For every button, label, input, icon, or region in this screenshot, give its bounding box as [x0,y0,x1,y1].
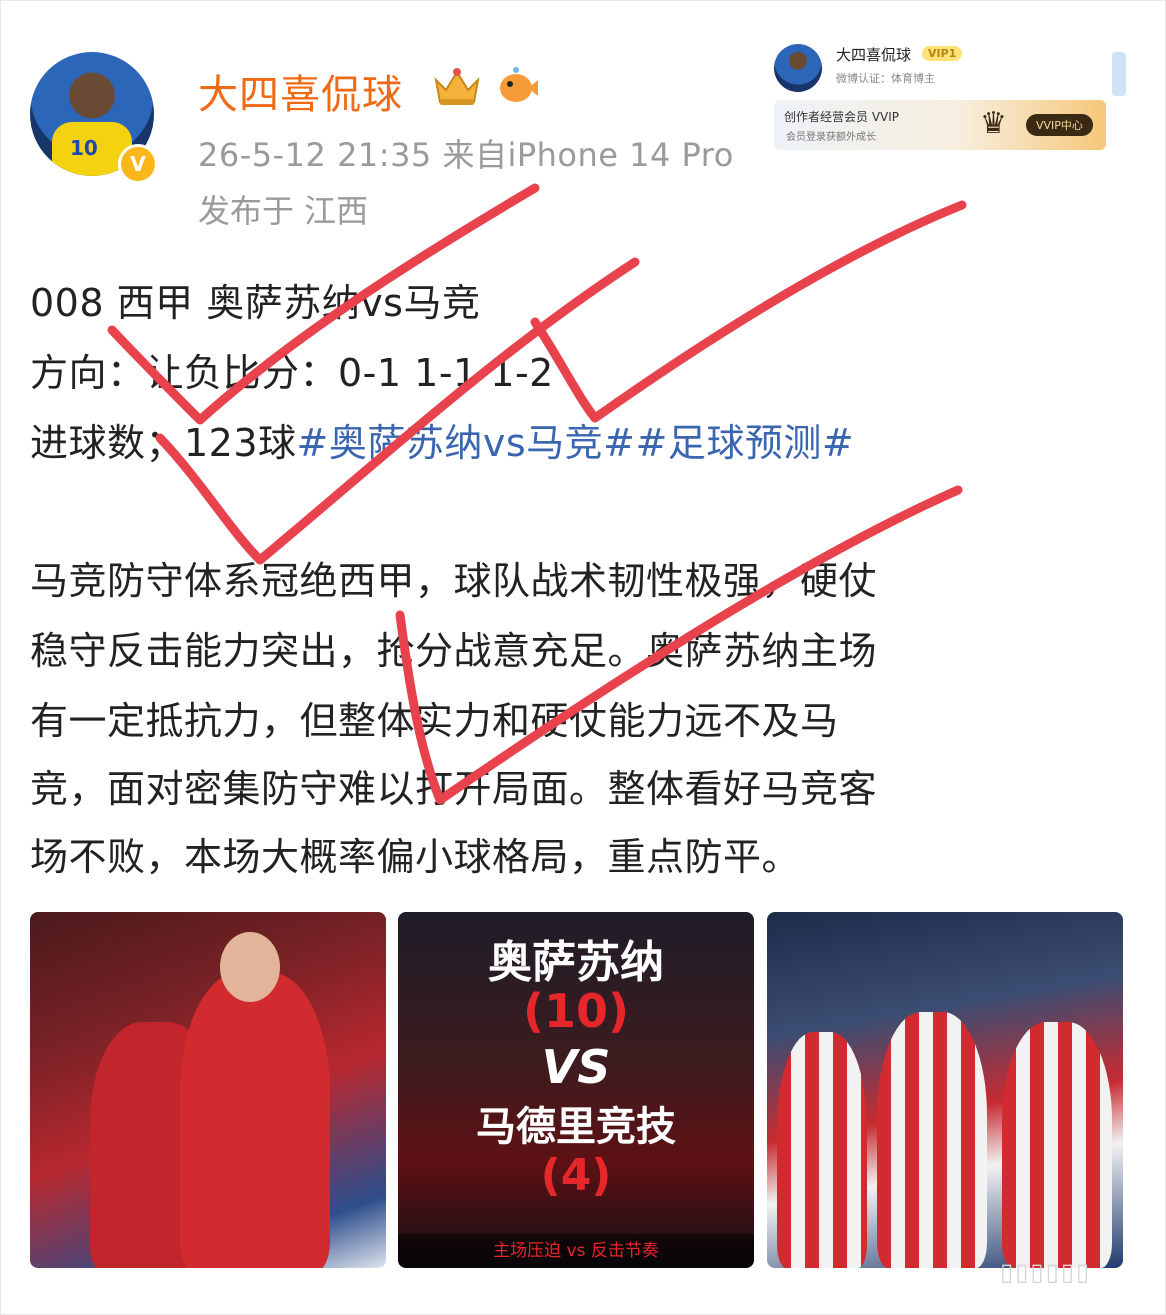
post-image-atletico-players[interactable] [767,912,1123,1268]
hashtag-links[interactable]: #奥萨苏纳vs马竞##足球预测# [297,421,855,465]
player-figure [877,1012,987,1268]
post-image-match-poster[interactable]: 奥萨苏纳 (10) VS 马德里竞技 (4) 主场压迫 vs 反击节奏 [398,912,754,1268]
post-line-direction: 方向：让负比分：0-1 1-1 1-2 [30,351,554,395]
profile-mini-card[interactable]: 大四喜侃球 VIP1 微博认证：体育博主 创作者经营会员 VVIP 会员登录获额… [772,38,1108,152]
poster-team2: 马德里竞技 [476,1104,676,1150]
player-figure [180,972,330,1268]
verification-text: 微博认证：体育博主 [836,72,935,85]
post-image-osasuna-players[interactable] [30,912,386,1268]
avatar-number: 10 [70,136,98,160]
body-line-3: 有一定抵抗力，但整体实力和硬仗能力远不及马 [30,699,839,743]
poster-team1: 奥萨苏纳 [488,937,664,988]
body-line-1: 马竞防守体系冠绝西甲，球队战术韧性极强，硬仗 [30,559,878,603]
player-figure [1002,1022,1112,1268]
player-figure [777,1032,867,1268]
post-location: 发布于 江西 [198,192,369,230]
mini-avatar [774,44,822,92]
body-line-2: 稳守反击能力突出，抢分战意充足。奥萨苏纳主场 [30,629,878,673]
poster-rank1: (10) [522,984,630,1038]
poster-tagline: 主场压迫 vs 反击节奏 [398,1234,754,1268]
side-panel-edge [1112,52,1126,96]
post-line-match: 008 西甲 奥萨苏纳vs马竞 [30,281,481,325]
goals-text: 进球数；123球 [30,421,297,465]
vvip-banner[interactable]: 创作者经营会员 VVIP 会员登录获额外成长 ♛ VVIP中心 [774,100,1106,150]
username[interactable]: 大四喜侃球 [198,62,403,120]
vip-badge: VIP1 [922,46,963,61]
vvip-crown-icon: ♛ [980,106,1007,141]
vvip-title: 创作者经营会员 VVIP [784,110,900,124]
poster-vs: VS [541,1040,611,1094]
watermark: ▯▯▯▯▯▯ [1000,1258,1092,1286]
vvip-center-button[interactable]: VVIP中心 [1026,114,1093,136]
mini-username: 大四喜侃球 [836,46,912,64]
post-meta: 26-5-12 21:35 来自iPhone 14 Pro [198,136,734,174]
poster-rank2: (4) [540,1150,612,1201]
post-line-goals: 进球数；123球#奥萨苏纳vs马竞##足球预测# [30,412,854,467]
verified-badge-icon: V [118,144,158,184]
crown-icon [434,68,480,105]
body-line-5: 场不败，本场大概率偏小球格局，重点防平。 [30,835,801,879]
body-line-4: 竞，面对密集防守难以打开局面。整体看好马竞客 [30,767,878,811]
vvip-subtitle: 会员登录获额外成长 [786,132,876,143]
fish-icon [500,67,538,102]
player-head [220,932,280,1002]
